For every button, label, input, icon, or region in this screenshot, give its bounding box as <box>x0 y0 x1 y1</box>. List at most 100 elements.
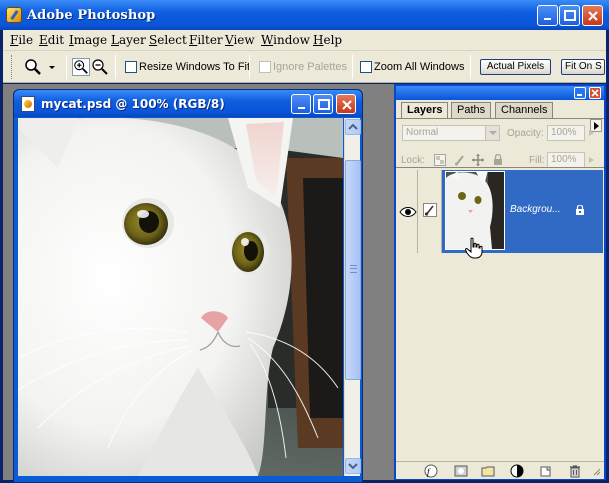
trash-icon[interactable] <box>568 464 582 478</box>
menu-window[interactable]: Window <box>261 33 310 47</box>
layers-palette-footer: f <box>396 461 604 479</box>
scroll-up-button[interactable] <box>345 119 361 135</box>
tab-layers[interactable]: Layers <box>401 102 449 119</box>
layer-style-icon[interactable]: f <box>424 464 438 478</box>
photoshop-app-icon[interactable] <box>6 7 22 23</box>
brush-glyph <box>424 205 434 216</box>
new-group-folder-icon[interactable] <box>481 464 495 478</box>
lock-label: Lock: <box>401 155 425 166</box>
hand-cursor-icon <box>465 237 483 259</box>
lock-all-icon[interactable] <box>492 154 504 166</box>
doc-minimize-button[interactable] <box>291 94 311 114</box>
options-separator <box>115 55 116 79</box>
menu-image[interactable]: Image <box>69 33 107 47</box>
chevron-down-icon <box>348 463 358 470</box>
scroll-grip-lines <box>350 265 357 273</box>
chevron-up-icon <box>348 123 358 130</box>
scroll-down-button[interactable] <box>345 458 361 474</box>
eye-icon <box>399 207 417 217</box>
options-separator <box>470 55 471 79</box>
lock-image-pixels-icon[interactable] <box>454 154 466 166</box>
options-bar: Resize Windows To Fit Ignore Palettes Zo… <box>3 51 606 83</box>
menu-bar: File Edit Image Layer Select Filter View… <box>3 30 606 51</box>
app-close-button[interactable] <box>582 5 603 26</box>
layers-panel-body: Normal Opacity: 100% Lock: Fill: 100% Ba… <box>396 118 604 479</box>
ignore-palettes-checkbox[interactable] <box>259 61 271 73</box>
zoom-all-windows-checkbox[interactable] <box>360 61 372 73</box>
layer-name: Backgrou... <box>510 204 561 215</box>
app-titlebar[interactable]: Adobe Photoshop <box>0 0 609 30</box>
close-icon <box>591 89 599 97</box>
cat-photo <box>18 118 343 476</box>
app-minimize-button[interactable] <box>537 5 558 26</box>
app-maximize-button[interactable] <box>559 5 580 26</box>
resize-windows-checkbox[interactable] <box>125 61 137 73</box>
tool-preset-dropdown-icon[interactable] <box>47 58 57 76</box>
maximize-icon <box>564 10 576 21</box>
blend-mode-select[interactable]: Normal <box>402 125 500 141</box>
scroll-thumb[interactable] <box>345 160 361 380</box>
image-canvas[interactable] <box>18 118 343 476</box>
menu-layer[interactable]: Layer <box>111 33 146 47</box>
layers-palette: Layers Paths Channels Normal Opacity: 10… <box>394 84 606 480</box>
document-title: mycat.psd @ 100% (RGB/8) <box>41 97 225 111</box>
tab-channels[interactable]: Channels <box>495 102 554 118</box>
fill-field[interactable]: 100% <box>547 152 594 168</box>
menu-file[interactable]: File <box>10 33 33 47</box>
close-icon <box>588 11 598 21</box>
fill-label: Fill: <box>529 155 545 166</box>
photoshop-window: Adobe Photoshop File Edit Image Layer Se… <box>0 0 609 483</box>
fill-slider-arrow-icon[interactable] <box>589 157 594 163</box>
zoom-out-icon[interactable] <box>91 58 109 76</box>
layer-row-background[interactable]: Backgrou... <box>396 168 604 256</box>
adjustment-layer-icon[interactable] <box>510 464 524 478</box>
fit-on-screen-button[interactable]: Fit On S <box>561 59 605 75</box>
ignore-palettes-label: Ignore Palettes <box>273 61 347 73</box>
layers-list: Backgrou... <box>396 167 604 397</box>
opacity-field[interactable]: 100% <box>547 125 594 141</box>
menu-edit[interactable]: Edit <box>39 33 64 47</box>
layer-mask-icon[interactable] <box>454 464 468 478</box>
options-separator <box>66 55 67 79</box>
app-title: Adobe Photoshop <box>27 8 156 23</box>
palette-close-button[interactable] <box>589 87 601 99</box>
layer-visibility-toggle[interactable] <box>398 170 418 253</box>
maximize-icon <box>318 99 330 110</box>
menu-view[interactable]: View <box>225 33 255 47</box>
menu-help[interactable]: Help <box>313 33 342 47</box>
opacity-label: Opacity: <box>507 128 544 139</box>
layer-link-cell[interactable] <box>420 170 442 253</box>
zoom-in-icon[interactable] <box>72 58 90 76</box>
actual-pixels-button[interactable]: Actual Pixels <box>480 59 551 75</box>
tab-paths[interactable]: Paths <box>451 102 492 118</box>
minimize-icon <box>298 107 305 109</box>
minimize-icon <box>577 94 582 96</box>
dropdown-arrow-icon <box>485 126 499 140</box>
doc-maximize-button[interactable] <box>313 94 333 114</box>
menu-filter[interactable]: Filter <box>189 33 223 47</box>
resize-grip-icon[interactable] <box>591 464 601 478</box>
document-titlebar[interactable]: mycat.psd @ 100% (RGB/8) <box>14 90 362 117</box>
new-layer-icon[interactable] <box>539 464 553 478</box>
palette-tabs: Layers Paths Channels <box>396 102 604 132</box>
minimize-icon <box>544 18 551 20</box>
document-vertical-scrollbar[interactable] <box>344 118 361 476</box>
options-separator <box>249 55 250 79</box>
palette-titlebar[interactable] <box>396 86 604 100</box>
palette-minimize-button[interactable] <box>574 87 586 99</box>
doc-close-button[interactable] <box>336 94 356 114</box>
menu-select[interactable]: Select <box>149 33 187 47</box>
zoom-all-windows-label: Zoom All Windows <box>374 61 465 73</box>
zoom-tool-icon[interactable] <box>24 58 42 76</box>
options-bar-grip[interactable] <box>11 55 14 79</box>
options-separator <box>352 55 353 79</box>
close-icon <box>342 100 352 110</box>
resize-windows-label: Resize Windows To Fit <box>139 61 251 73</box>
document-window: mycat.psd @ 100% (RGB/8) <box>13 89 363 483</box>
fill-value: 100% <box>551 154 577 165</box>
paintbrush-icon <box>423 203 437 217</box>
lock-position-icon[interactable] <box>472 154 484 166</box>
psd-file-icon <box>21 96 35 112</box>
opacity-slider-arrow-icon[interactable] <box>589 130 594 136</box>
lock-transparent-pixels-icon[interactable] <box>434 154 446 166</box>
